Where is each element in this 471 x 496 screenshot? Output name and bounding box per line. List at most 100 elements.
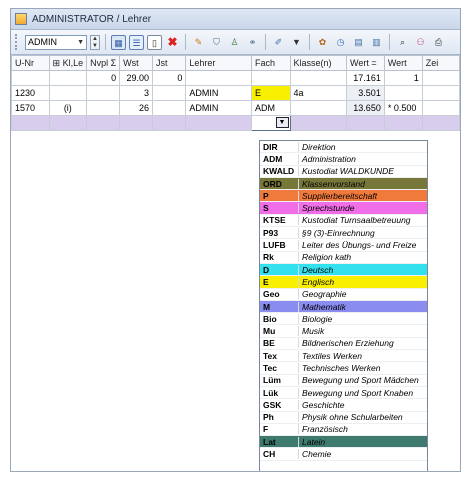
table-cell[interactable]: 0 bbox=[86, 70, 121, 86]
dropdown-option[interactable]: Tec Technisches Werken bbox=[260, 362, 427, 375]
delete-icon[interactable]: ✖ bbox=[165, 35, 180, 50]
table-cell[interactable] bbox=[48, 70, 88, 86]
edit-icon[interactable]: ✎ bbox=[191, 35, 206, 50]
table-cell[interactable] bbox=[152, 115, 187, 131]
clock-icon[interactable]: ◷ bbox=[333, 35, 348, 50]
toolbar-grip[interactable] bbox=[15, 34, 20, 50]
table-cell[interactable] bbox=[48, 85, 88, 101]
table-cell[interactable] bbox=[86, 100, 121, 116]
dropdown-option[interactable]: Mu Musik bbox=[260, 325, 427, 338]
table-cell[interactable] bbox=[421, 85, 460, 101]
dropdown-option[interactable]: E Englisch bbox=[260, 276, 427, 289]
dropdown-option[interactable]: KWALD Kustodiat WALDKUNDE bbox=[260, 166, 427, 178]
graduation-cap-icon[interactable]: ▼ bbox=[289, 35, 304, 50]
dropdown-option[interactable]: Rk Religion kath bbox=[260, 252, 427, 264]
dropdown-option[interactable]: DIR Direktion bbox=[260, 141, 427, 154]
table-cell[interactable]: 3 bbox=[119, 85, 154, 101]
header-wert[interactable]: Wert bbox=[383, 55, 423, 71]
table-cell[interactable] bbox=[11, 70, 50, 86]
header-kl-le[interactable]: ⊞ Kl,Le bbox=[48, 55, 88, 71]
dropdown-option[interactable]: Geo Geographie bbox=[260, 289, 427, 301]
table-cell[interactable] bbox=[251, 70, 291, 86]
table-cell[interactable] bbox=[421, 115, 460, 131]
teacher-icon[interactable]: ♙ bbox=[227, 35, 242, 50]
spin-up-down-icon[interactable]: ▲ ▼ bbox=[90, 34, 100, 50]
header-zei[interactable]: Zei bbox=[421, 55, 460, 71]
dropdown-option[interactable]: Ph Physik ohne Schularbeiten bbox=[260, 412, 427, 424]
link-icon[interactable]: ⚭ bbox=[245, 35, 260, 50]
dropdown-option[interactable]: LUFB Leiter des Übungs- und Freize bbox=[260, 239, 427, 252]
dropdown-option[interactable]: M Mathematik bbox=[260, 300, 427, 314]
table-cell[interactable]: 1 bbox=[383, 70, 423, 86]
table-icon[interactable]: ▥ bbox=[369, 35, 384, 50]
table-cell[interactable]: 17.161 bbox=[345, 70, 385, 86]
table-cell[interactable] bbox=[152, 85, 187, 101]
table-cell[interactable] bbox=[345, 115, 385, 131]
dropdown-option[interactable]: ORD Klassenvorstand bbox=[260, 177, 427, 191]
table-cell[interactable] bbox=[185, 115, 253, 131]
new-entry-row[interactable]: ▼ bbox=[11, 115, 460, 131]
dropdown-option[interactable]: ADM Administration bbox=[260, 153, 427, 166]
table-cell[interactable] bbox=[289, 115, 347, 131]
header-nvpl[interactable]: Nvpl Σ bbox=[86, 55, 121, 71]
dropdown-option[interactable]: D Deutsch bbox=[260, 263, 427, 277]
dropdown-option[interactable]: Bio Biologie bbox=[260, 313, 427, 326]
people-icon[interactable]: ⚇ bbox=[413, 35, 428, 50]
table-cell[interactable] bbox=[383, 85, 423, 101]
header-jst[interactable]: Jst bbox=[152, 55, 187, 71]
dropdown-option[interactable]: P Supplierbereitschaft bbox=[260, 190, 427, 203]
dropdown-option[interactable]: S Sprechstunde bbox=[260, 202, 427, 215]
dropdown-option[interactable]: CH Chemie bbox=[260, 448, 427, 461]
table-cell[interactable] bbox=[421, 70, 460, 86]
fach-combobox[interactable]: ▼ bbox=[251, 115, 291, 131]
teacher-select[interactable]: ADMIN ▼ bbox=[25, 34, 87, 50]
table-cell[interactable] bbox=[86, 115, 121, 131]
table-row[interactable]: 1230 3 ADMIN E 4a 3.501 bbox=[11, 85, 460, 101]
fach-dropdown-list[interactable]: DIR Direktion ADM Administration KWALD Kustod… bbox=[259, 140, 428, 471]
table-cell[interactable]: 13.650 bbox=[345, 100, 385, 116]
dropdown-arrow-icon[interactable]: ▼ bbox=[275, 117, 289, 128]
header-klassen[interactable]: Klasse(n) bbox=[289, 55, 347, 71]
grid-icon[interactable]: ▦ bbox=[111, 34, 126, 50]
table-cell[interactable] bbox=[421, 100, 460, 116]
header-fach[interactable]: Fach bbox=[251, 55, 291, 71]
table-cell[interactable]: 29.00 bbox=[119, 70, 154, 86]
header-wert-sum[interactable]: Wert = bbox=[345, 55, 385, 71]
dropdown-option[interactable]: F Französisch bbox=[260, 424, 427, 437]
dropdown-option[interactable]: GSK Geschichte bbox=[260, 399, 427, 412]
table-cell[interactable]: 3.501 bbox=[345, 85, 385, 101]
table-cell[interactable]: (i) bbox=[48, 100, 88, 116]
table-cell[interactable]: 1230 bbox=[11, 85, 50, 101]
table-cell[interactable]: 4a bbox=[289, 85, 347, 101]
table-cell[interactable] bbox=[48, 115, 88, 131]
print-icon[interactable]: ⎙ bbox=[431, 35, 446, 50]
table-cell[interactable] bbox=[383, 115, 423, 131]
dropdown-option[interactable]: BE Bildnerischen Erziehung bbox=[260, 338, 427, 351]
filter-icon[interactable]: ⛉ bbox=[209, 35, 224, 50]
table-cell[interactable] bbox=[185, 70, 253, 86]
table-cell[interactable]: 26 bbox=[119, 100, 154, 116]
search-icon[interactable]: ⌕ bbox=[395, 35, 410, 50]
table-cell[interactable] bbox=[119, 115, 154, 131]
calendar-icon[interactable]: ▤ bbox=[351, 35, 366, 50]
dropdown-option[interactable]: Lüm Bewegung und Sport Mädchen bbox=[260, 375, 427, 387]
new-document-icon[interactable]: ▯ bbox=[147, 34, 162, 50]
table-cell[interactable] bbox=[86, 85, 121, 101]
table-row[interactable]: 0 29.00 0 17.161 1 bbox=[11, 70, 460, 86]
table-cell[interactable]: 0 bbox=[152, 70, 187, 86]
table-cell[interactable]: ADMIN bbox=[185, 85, 253, 101]
table-cell[interactable]: ADM bbox=[251, 100, 291, 116]
settings-icon[interactable]: ✿ bbox=[315, 35, 330, 50]
dropdown-option[interactable]: Lük Bewegung und Sport Knaben bbox=[260, 387, 427, 400]
dropdown-option[interactable]: P93 §9 (3)-Einrechnung bbox=[260, 227, 427, 240]
table-cell[interactable]: * 0.500 bbox=[383, 100, 423, 116]
table-cell[interactable] bbox=[152, 100, 187, 116]
header-lehrer[interactable]: Lehrer bbox=[185, 55, 253, 71]
table-row[interactable]: 1570 (i) 26 ADMIN ADM 13.650 * 0.500 bbox=[11, 100, 460, 116]
table-cell[interactable] bbox=[289, 70, 347, 86]
dropdown-option[interactable]: KTSE Kustodiat Turnsaalbetreuung bbox=[260, 215, 427, 228]
dropdown-option[interactable]: Lat Latein bbox=[260, 436, 427, 449]
fach-cell-colored[interactable]: E bbox=[251, 85, 291, 101]
dropdown-option[interactable] bbox=[260, 461, 427, 471]
table-cell[interactable]: 1570 bbox=[11, 100, 50, 116]
